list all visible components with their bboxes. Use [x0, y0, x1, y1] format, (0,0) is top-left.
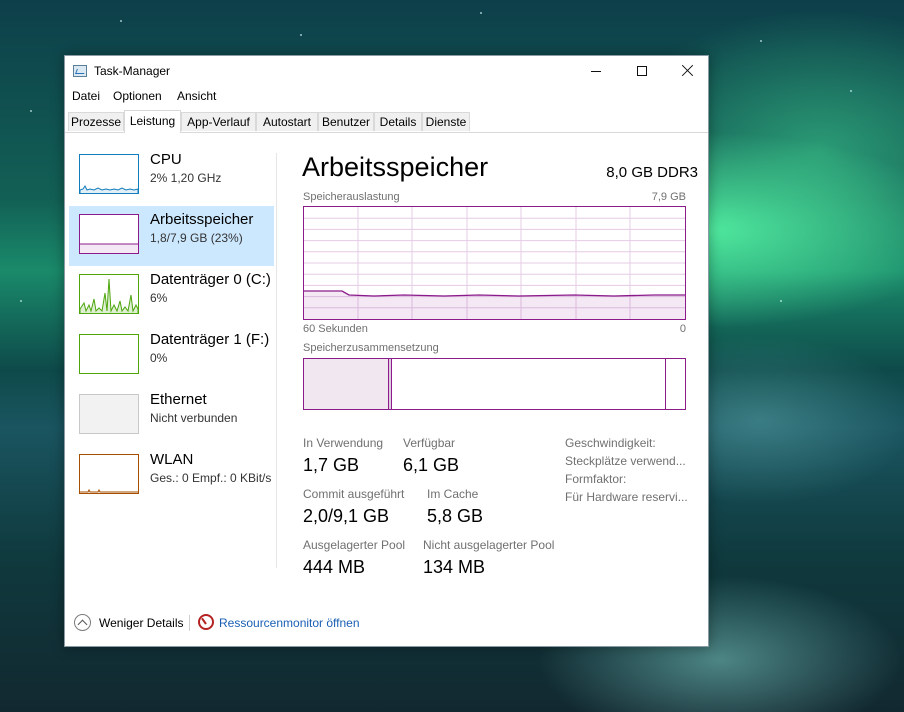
sidebar-item-ethernet[interactable]: Ethernet Nicht verbunden: [69, 386, 274, 446]
close-icon: [682, 64, 694, 76]
stat-value-nonpaged-pool: 134 MB: [423, 557, 486, 577]
sidebar-item-datentraeger-0[interactable]: Datenträger 0 (C:) 6%: [69, 266, 274, 326]
minimize-button[interactable]: [573, 56, 619, 86]
sidebar-label: Datenträger 0 (C:): [150, 271, 271, 288]
stat-value-paged-pool: 444 MB: [303, 557, 366, 577]
tab-leistung[interactable]: Leistung: [124, 110, 181, 133]
graph-label: Speicherauslastung: [303, 191, 400, 203]
stat-value-available: 6,1 GB: [403, 455, 460, 475]
stat-label-paged-pool: Ausgelagerter Pool: [303, 538, 406, 552]
menu-ansicht[interactable]: Ansicht: [177, 89, 216, 103]
sidebar-item-arbeitsspeicher[interactable]: Arbeitsspeicher 1,8/7,9 GB (23%): [69, 206, 274, 266]
stat-value-commit: 2,0/9,1 GB: [303, 506, 390, 526]
composition-free: [665, 359, 666, 409]
tab-benutzer[interactable]: Benutzer: [318, 112, 374, 131]
detail-form-factor: Formfaktor:: [565, 472, 627, 486]
task-manager-window: Task-Manager Datei Optionen Ansicht Proz…: [64, 55, 709, 647]
maximize-button[interactable]: [619, 56, 665, 86]
maximize-icon: [637, 66, 647, 76]
sidebar-label: Arbeitsspeicher: [150, 211, 254, 228]
sidebar-item-cpu[interactable]: CPU 2% 1,20 GHz: [69, 146, 274, 206]
menu-datei[interactable]: Datei: [72, 89, 100, 103]
window-title: Task-Manager: [94, 64, 171, 78]
stat-label-nonpaged-pool: Nicht ausgelagerter Pool: [423, 538, 555, 552]
tab-strip: Prozesse Leistung App-Verlauf Autostart …: [65, 110, 708, 133]
sidebar-label: Datenträger 1 (F:): [150, 331, 270, 348]
minimize-icon: [591, 71, 601, 72]
sidebar-sublabel: Nicht verbunden: [150, 411, 238, 425]
sidebar-label: WLAN: [150, 451, 194, 468]
detail-slots: Steckplätze verwend...: [565, 454, 686, 468]
memory-spec: 8,0 GB DDR3: [606, 164, 698, 181]
page-title: Arbeitsspeicher: [302, 152, 489, 182]
graph-time-left-label: 60 Sekunden: [303, 323, 368, 335]
composition-modified: [389, 359, 392, 409]
sidebar-label: Ethernet: [150, 391, 207, 408]
sidebar-label: CPU: [150, 151, 182, 168]
memory-composition-bar: [303, 358, 686, 410]
stat-value-in-use: 1,7 GB: [303, 455, 360, 475]
open-resource-monitor-link[interactable]: Ressourcenmonitor öffnen: [219, 616, 360, 630]
sidebar-sublabel: 1,8/7,9 GB (23%): [150, 231, 243, 245]
sidebar-sublabel: 6%: [150, 291, 168, 305]
menu-optionen[interactable]: Optionen: [113, 89, 162, 103]
title-bar[interactable]: Task-Manager: [65, 56, 708, 86]
sidebar-sublabel: Ges.: 0 Empf.: 0 KBit/s: [150, 471, 272, 485]
tab-prozesse[interactable]: Prozesse: [68, 112, 124, 131]
graph-time-right-label: 0: [679, 323, 686, 335]
footer-separator: [189, 615, 190, 631]
detail-speed: Geschwindigkeit:: [565, 436, 656, 450]
detail-hardware-reserved: Für Hardware reservi...: [565, 490, 688, 504]
menu-bar: Datei Optionen Ansicht: [65, 87, 708, 105]
tab-autostart[interactable]: Autostart: [256, 112, 318, 131]
chevron-up-icon[interactable]: [74, 614, 91, 631]
sidebar-sublabel: 2% 1,20 GHz: [150, 171, 222, 185]
graph-max-label: 7,9 GB: [651, 191, 686, 203]
memory-usage-graph: [303, 206, 686, 320]
fewer-details-button[interactable]: Weniger Details: [99, 616, 183, 630]
cpu-thumbnail-graph: [79, 154, 139, 194]
tab-details[interactable]: Details: [374, 112, 422, 131]
stat-label-cached: Im Cache: [427, 487, 479, 501]
tab-app-verlauf[interactable]: App-Verlauf: [181, 112, 256, 131]
sidebar-item-wlan[interactable]: WLAN Ges.: 0 Empf.: 0 KBit/s: [69, 446, 274, 506]
stat-label-commit: Commit ausgeführt: [303, 487, 405, 501]
composition-label: Speicherzusammensetzung: [303, 342, 439, 354]
disk1-thumbnail-graph: [79, 334, 139, 374]
resource-monitor-icon[interactable]: [198, 614, 214, 630]
sidebar-item-datentraeger-1[interactable]: Datenträger 1 (F:) 0%: [69, 326, 274, 386]
task-manager-icon: [73, 65, 87, 77]
close-button[interactable]: [665, 56, 711, 86]
memory-thumbnail-graph: [79, 214, 139, 254]
tab-dienste[interactable]: Dienste: [422, 112, 470, 131]
composition-in-use: [304, 359, 389, 409]
footer: Weniger Details Ressourcenmonitor öffnen: [65, 612, 708, 636]
wlan-thumbnail-graph: [79, 454, 139, 494]
disk0-thumbnail-graph: [79, 274, 139, 314]
stat-label-in-use: In Verwendung: [303, 436, 384, 450]
stat-label-available: Verfügbar: [403, 436, 456, 450]
stat-value-cached: 5,8 GB: [427, 506, 484, 526]
sidebar-sublabel: 0%: [150, 351, 168, 365]
sidebar-divider: [276, 153, 277, 568]
ethernet-thumbnail-graph: [79, 394, 139, 434]
